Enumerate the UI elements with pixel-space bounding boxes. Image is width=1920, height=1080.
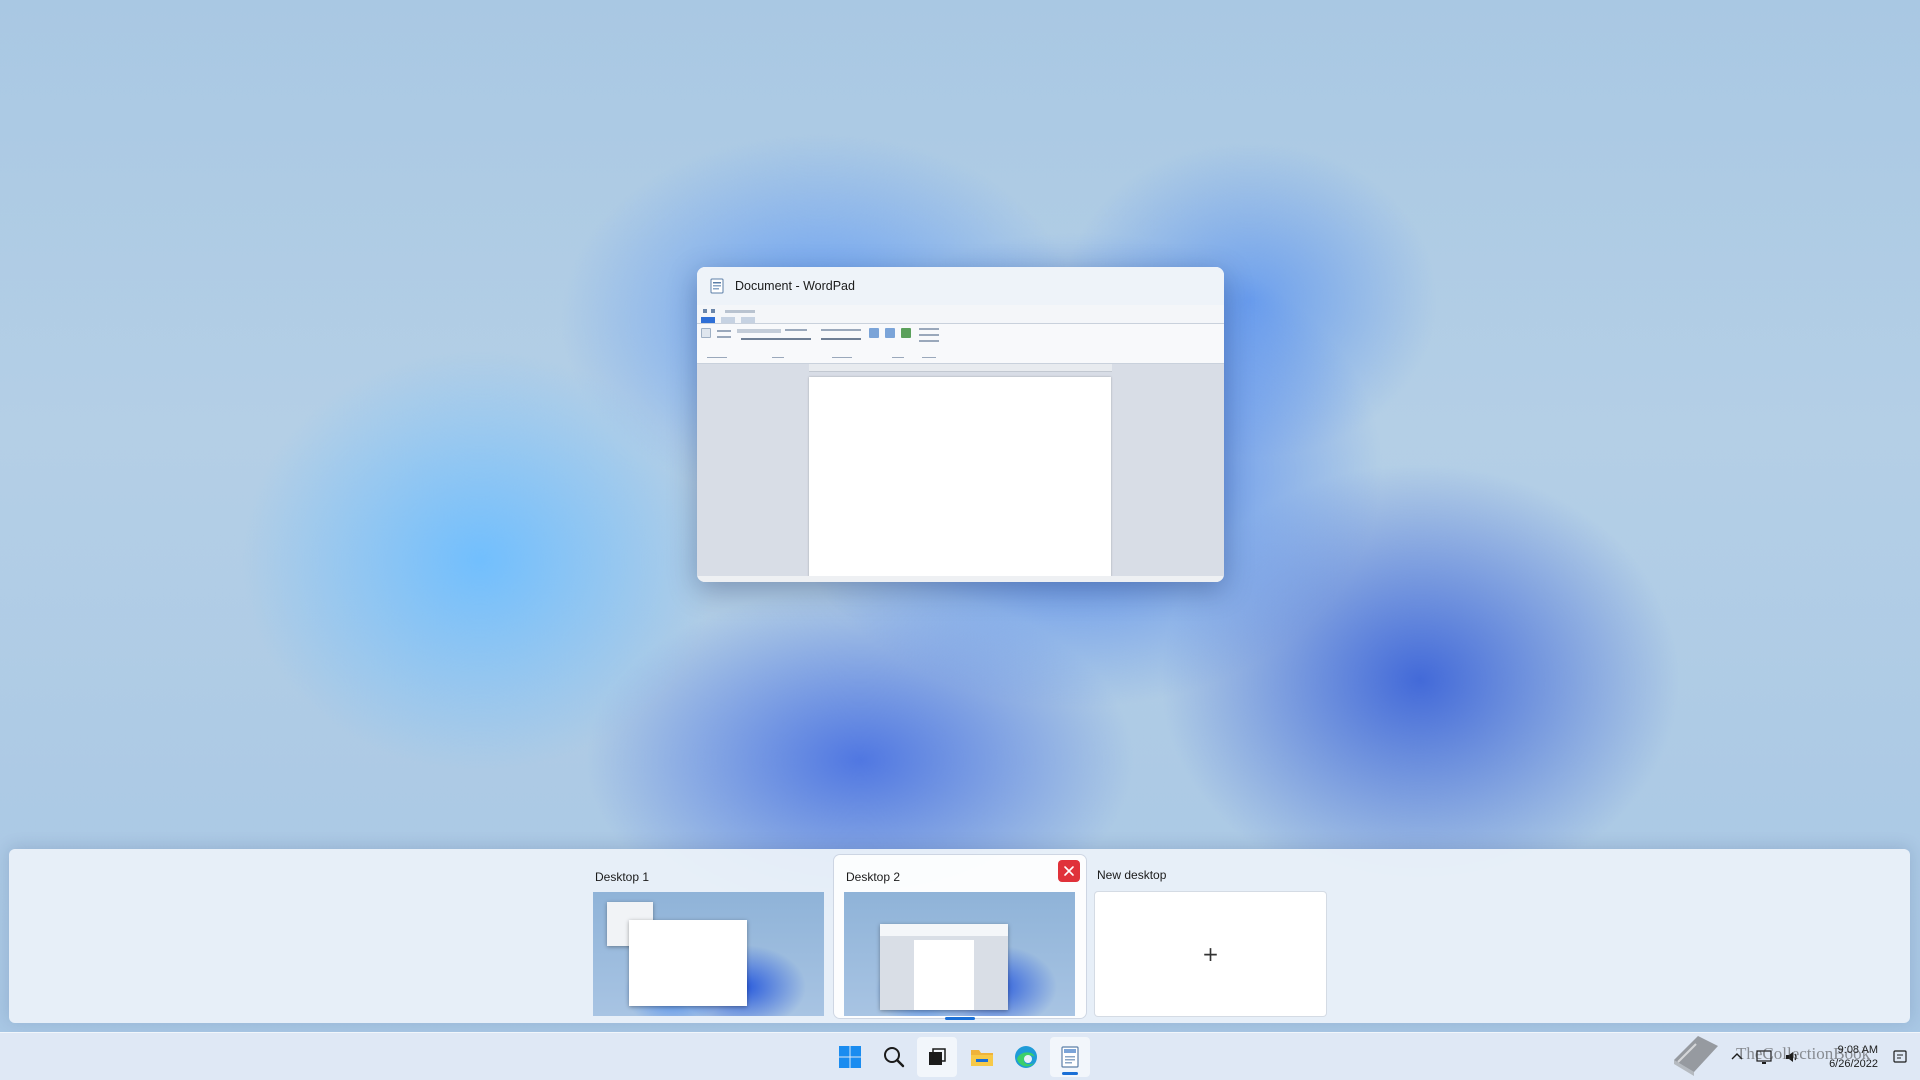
file-explorer-button[interactable] [962,1037,1002,1077]
wordpad-taskbar-button[interactable] [1050,1037,1090,1077]
search-button[interactable] [874,1037,914,1077]
wordpad-mini-ruler [809,364,1112,372]
start-icon [839,1046,861,1068]
start-button[interactable] [830,1037,870,1077]
edge-icon [1015,1046,1037,1068]
wordpad-mini-page [809,377,1111,577]
task-view-icon [929,1048,946,1065]
watermark-text: TheCollectionBook [1736,1044,1871,1063]
search-icon [884,1047,905,1068]
window-preview-header: Document - WordPad [697,267,1224,305]
wordpad-thumbnail [697,305,1224,582]
wordpad-mini-tabs [697,317,1224,324]
wordpad-window-preview[interactable]: Document - WordPad [697,267,1224,582]
watermark: TheCollectionBook [1668,1030,1908,1078]
desktop-2-label: Desktop 2 [846,870,901,884]
close-desktop-button[interactable] [1058,860,1080,882]
plus-icon: + [1202,942,1219,966]
book-logo-icon [1674,1036,1718,1076]
mini-window [629,920,747,1006]
task-view-desktops: Desktop 1 Desktop 2 New desktop + [9,849,1910,1023]
desktop-1-thumbnail[interactable] [593,892,824,1016]
new-desktop[interactable]: New desktop + [1085,855,1337,1018]
task-view-button[interactable] [917,1037,957,1077]
wordpad-mini-ribbon [697,324,1224,364]
window-preview-title: Document - WordPad [735,279,855,293]
new-desktop-label: New desktop [1097,868,1167,882]
close-icon [1064,866,1074,876]
wordpad-icon [1061,1046,1079,1068]
edge-button[interactable] [1006,1037,1046,1077]
mini-window-wordpad [880,924,1008,1010]
running-app-indicator [1062,1072,1078,1075]
desktop-1[interactable]: Desktop 1 [583,855,835,1018]
active-desktop-indicator [945,1017,975,1020]
desktop-2[interactable]: Desktop 2 [834,855,1086,1020]
desktop-1-label: Desktop 1 [595,870,650,884]
taskbar: 9:08 AM 6/26/2022 [0,1032,1920,1080]
file-explorer-icon [971,1050,993,1066]
new-desktop-button[interactable]: + [1095,892,1326,1016]
wordpad-icon [710,278,724,294]
wordpad-mini-titlebar [697,305,1224,317]
desktop-2-thumbnail[interactable] [844,892,1075,1016]
wordpad-mini-statusbar [697,576,1224,582]
